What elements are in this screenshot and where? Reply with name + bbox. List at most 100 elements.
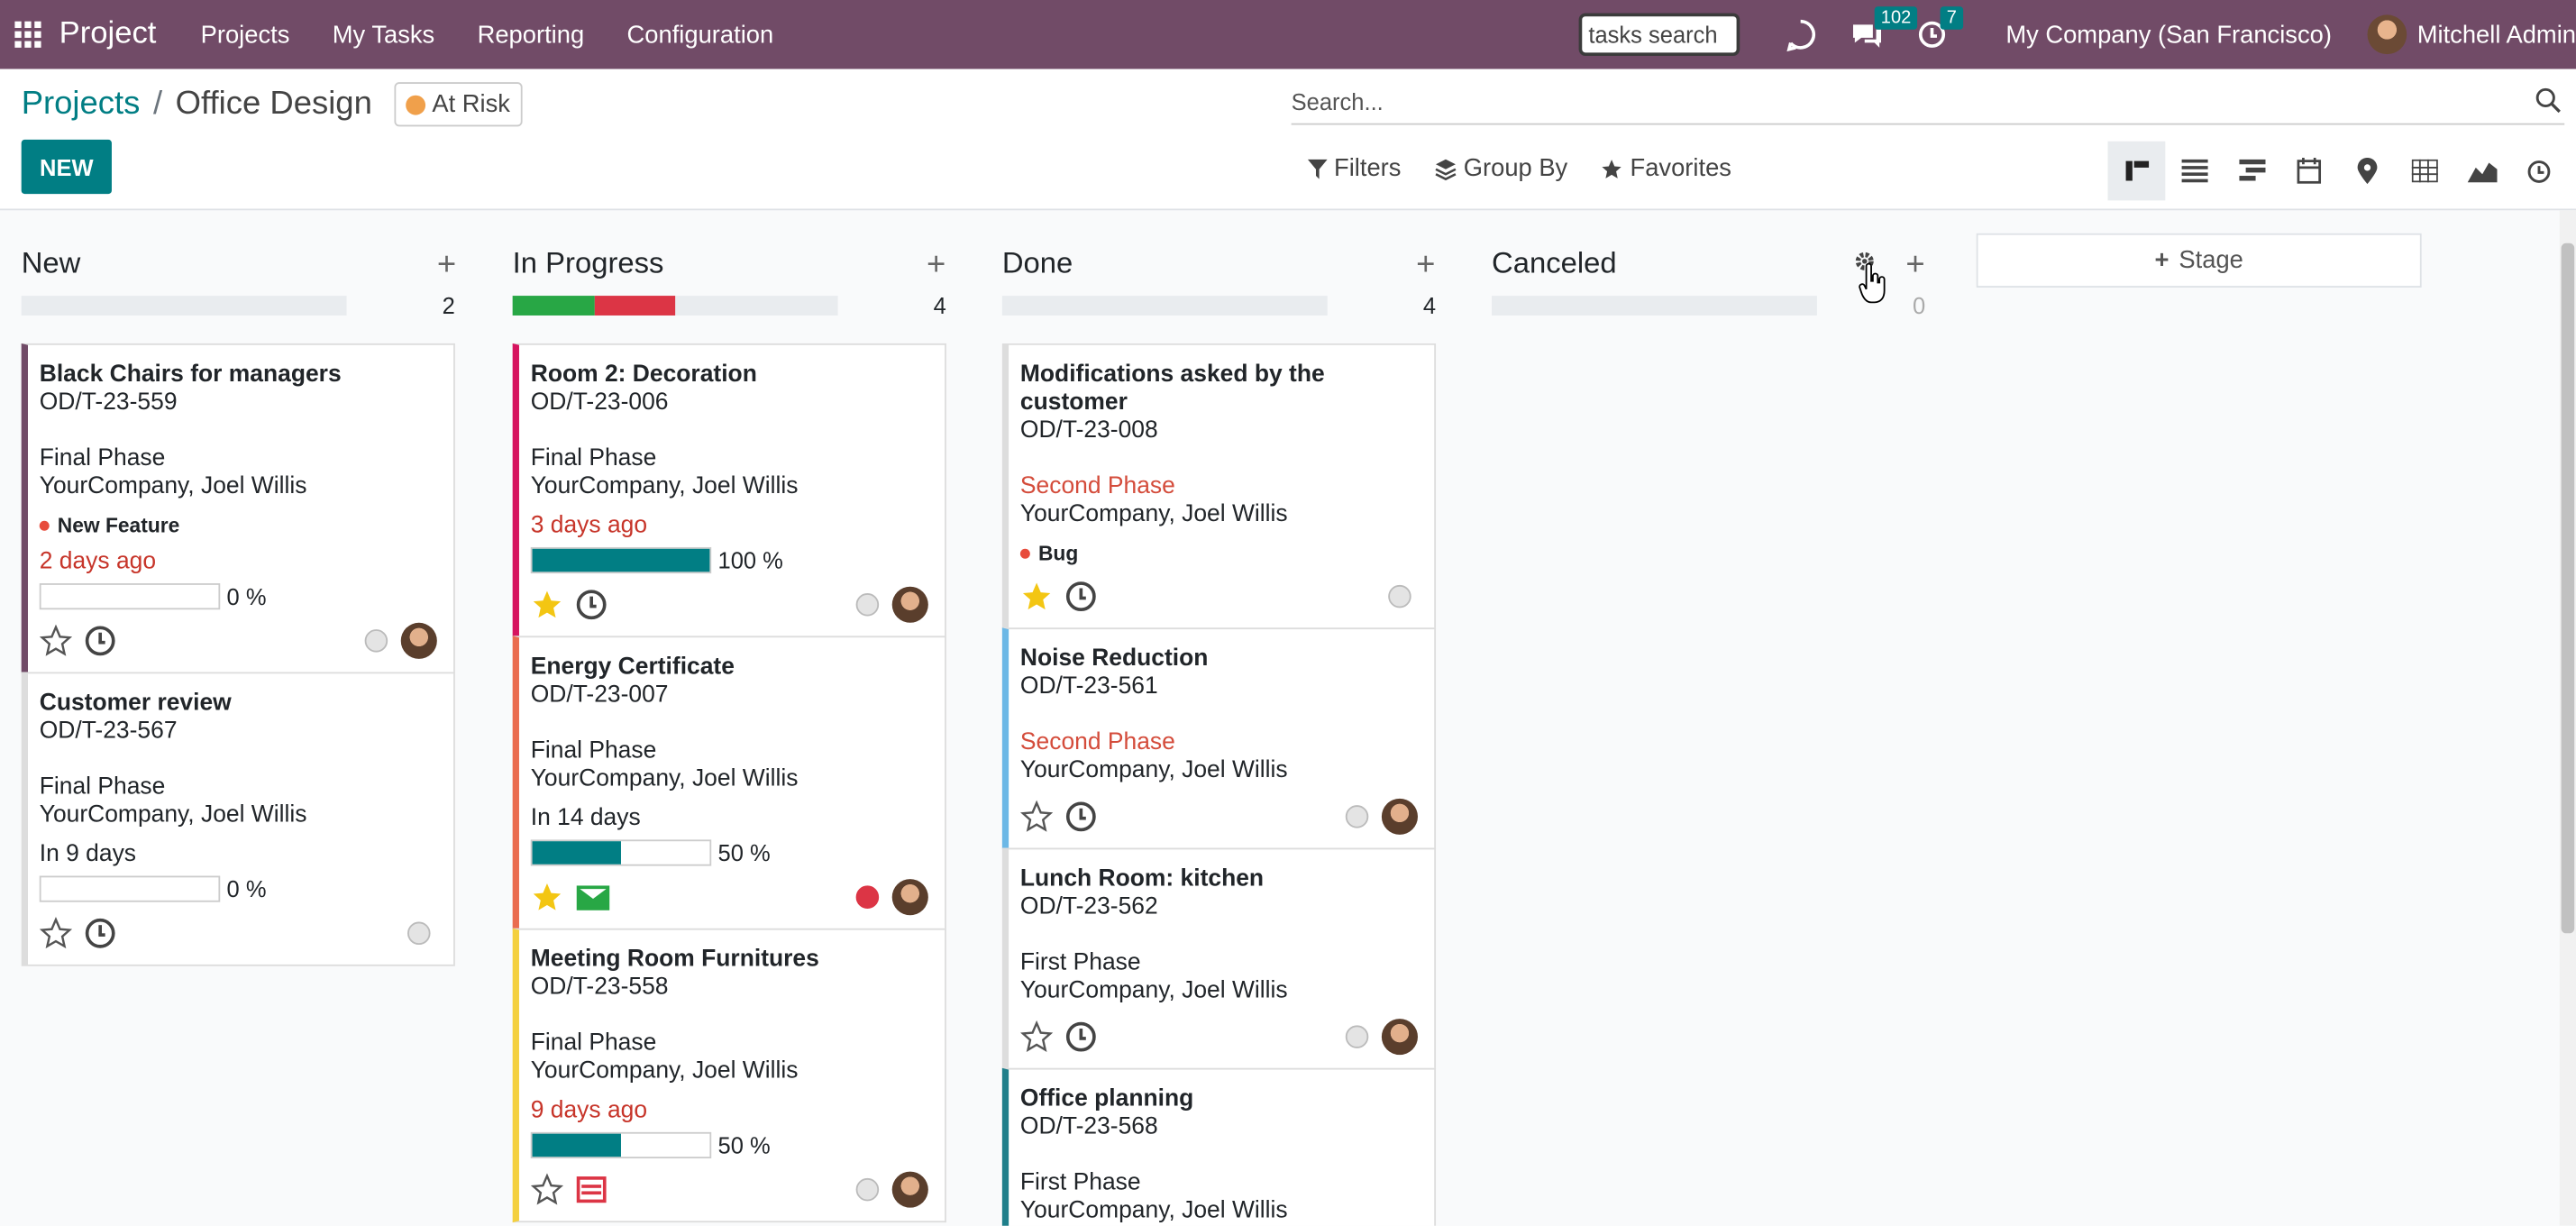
quick-create-plus-icon[interactable]: + [927,246,945,284]
kanban-state-dot[interactable] [1345,1025,1369,1048]
activity-clock-icon[interactable] [85,918,115,948]
company-switcher[interactable]: My Company (San Francisco) [2005,21,2332,49]
search-icon[interactable] [2535,87,2561,114]
task-progress: 0 % [39,875,437,902]
pivot-view-icon[interactable] [2395,142,2453,201]
task-card[interactable]: Energy Certificate OD/T-23-007 Final Pha… [512,636,946,930]
breadcrumb-separator: / [152,85,163,122]
envelope-icon[interactable] [576,884,610,910]
kanban-state-dot[interactable] [407,921,431,946]
menu-my-tasks[interactable]: My Tasks [311,21,456,49]
activities-clock-icon[interactable]: 7 [1914,6,1964,52]
task-ref: OD/T-23-558 [530,974,669,1002]
column-title[interactable]: Canceled [1492,246,1617,280]
column-progress-bar[interactable] [512,296,838,316]
activity-clock-icon[interactable] [1065,801,1096,832]
column-progress-bar[interactable] [21,296,347,316]
scrollbar-thumb[interactable] [2561,242,2575,934]
group-by-button[interactable]: Group By [1434,154,1567,182]
task-card[interactable]: Room 2: Decoration OD/T-23-006 Final Pha… [512,343,946,638]
activity-clock-icon[interactable] [85,626,115,656]
star-filled-icon[interactable] [531,589,563,621]
assignee-avatar[interactable] [891,586,928,623]
assignee-avatar[interactable] [1381,798,1418,835]
filters-label: Filters [1334,154,1402,183]
search-input[interactable] [1291,87,2507,114]
column-count: 2 [442,292,455,319]
star-empty-icon[interactable] [1020,1020,1054,1053]
view-switcher [2107,141,2568,201]
breadcrumb-projects-link[interactable]: Projects [22,86,141,124]
assignee-avatar[interactable] [1381,1019,1418,1056]
kanban-state-dot[interactable] [855,1177,880,1202]
star-filled-icon[interactable] [531,881,563,913]
project-status-button[interactable]: At Risk [394,82,522,127]
assignee-avatar[interactable] [891,1171,928,1208]
calendar-view-icon[interactable] [2280,142,2338,201]
progress-bar [39,875,221,902]
menu-configuration[interactable]: Configuration [606,21,795,49]
gantt-view-icon[interactable] [2223,142,2280,201]
filters-button[interactable]: Filters [1307,154,1402,183]
task-ref: OD/T-23-561 [1019,673,1158,700]
progress-bar [530,1131,712,1159]
assignee-avatar[interactable] [400,622,437,659]
task-card[interactable]: Black Chairs for managers OD/T-23-559 Fi… [21,343,455,674]
task-card[interactable]: Customer review OD/T-23-567 Final Phase … [21,672,455,966]
quick-create-plus-icon[interactable]: + [1416,246,1435,284]
task-card[interactable]: Office planning OD/T-23-568 First Phase … [1001,1067,1437,1226]
kanban-state-dot[interactable] [364,629,388,653]
task-card[interactable]: Meeting Room Furnitures OD/T-23-558 Fina… [512,928,946,1223]
task-phase: Final Phase [39,773,166,801]
task-card[interactable]: Modifications asked by the customer OD/T… [1001,343,1437,630]
map-view-icon[interactable] [2338,142,2396,201]
star-empty-icon[interactable] [1020,800,1054,833]
messages-icon[interactable]: 102 [1848,6,1918,52]
user-avatar[interactable] [2368,14,2407,55]
kanban-state-dot[interactable] [1388,584,1411,608]
task-progress: 50 % [530,1131,928,1159]
tasks-search-input[interactable]: tasks search [1578,13,1740,56]
task-owner: YourCompany, Joel Willis [1019,1197,1288,1224]
todo-list-icon[interactable] [576,1176,607,1203]
kanban-view-icon[interactable] [2107,141,2166,201]
group-by-label: Group By [1463,154,1568,183]
column-progress-bar[interactable] [1001,296,1328,316]
star-empty-icon[interactable] [39,917,73,949]
activity-view-icon[interactable] [2510,142,2568,201]
control-panel: Projects / Office Design At Risk NEW Fil… [0,69,2576,211]
column-title[interactable]: In Progress [513,246,664,280]
assignee-avatar[interactable] [891,879,928,916]
quick-create-plus-icon[interactable]: + [437,246,456,284]
column-title[interactable]: Done [1002,246,1073,280]
column-progress-bar[interactable] [1492,296,1817,316]
star-filled-icon[interactable] [1020,580,1053,612]
menu-projects[interactable]: Projects [179,21,311,49]
activity-clock-icon[interactable] [1065,1021,1096,1052]
kanban-state-dot[interactable] [855,885,880,909]
task-owner: YourCompany, Joel Willis [530,765,799,792]
discuss-loop-icon[interactable] [1782,16,1818,52]
graph-view-icon[interactable] [2453,142,2510,201]
activity-clock-icon[interactable] [576,590,607,620]
messages-badge: 102 [1874,6,1918,30]
add-stage-button[interactable]: + Stage [1976,233,2422,288]
star-empty-icon[interactable] [39,624,73,657]
activity-clock-icon[interactable] [1065,581,1096,612]
app-title[interactable]: Project [59,16,157,52]
kanban-state-dot[interactable] [1345,805,1369,828]
menu-reporting[interactable]: Reporting [456,21,606,49]
list-view-icon[interactable] [2165,142,2223,201]
task-phase: Final Phase [530,444,657,472]
task-card[interactable]: Lunch Room: kitchen OD/T-23-562 First Ph… [1001,847,1437,1070]
star-empty-icon[interactable] [530,1173,564,1205]
quick-create-plus-icon[interactable]: + [1905,246,1924,284]
kanban-state-dot[interactable] [855,592,880,617]
task-ref: OD/T-23-006 [530,389,669,416]
task-card[interactable]: Noise Reduction OD/T-23-561 Second Phase… [1001,627,1437,850]
favorites-button[interactable]: Favorites [1601,154,1731,182]
column-title[interactable]: New [22,246,81,280]
app-menu-icon[interactable] [0,0,56,69]
new-button[interactable]: NEW [21,139,112,195]
user-menu[interactable]: Mitchell Admin [2417,21,2576,49]
